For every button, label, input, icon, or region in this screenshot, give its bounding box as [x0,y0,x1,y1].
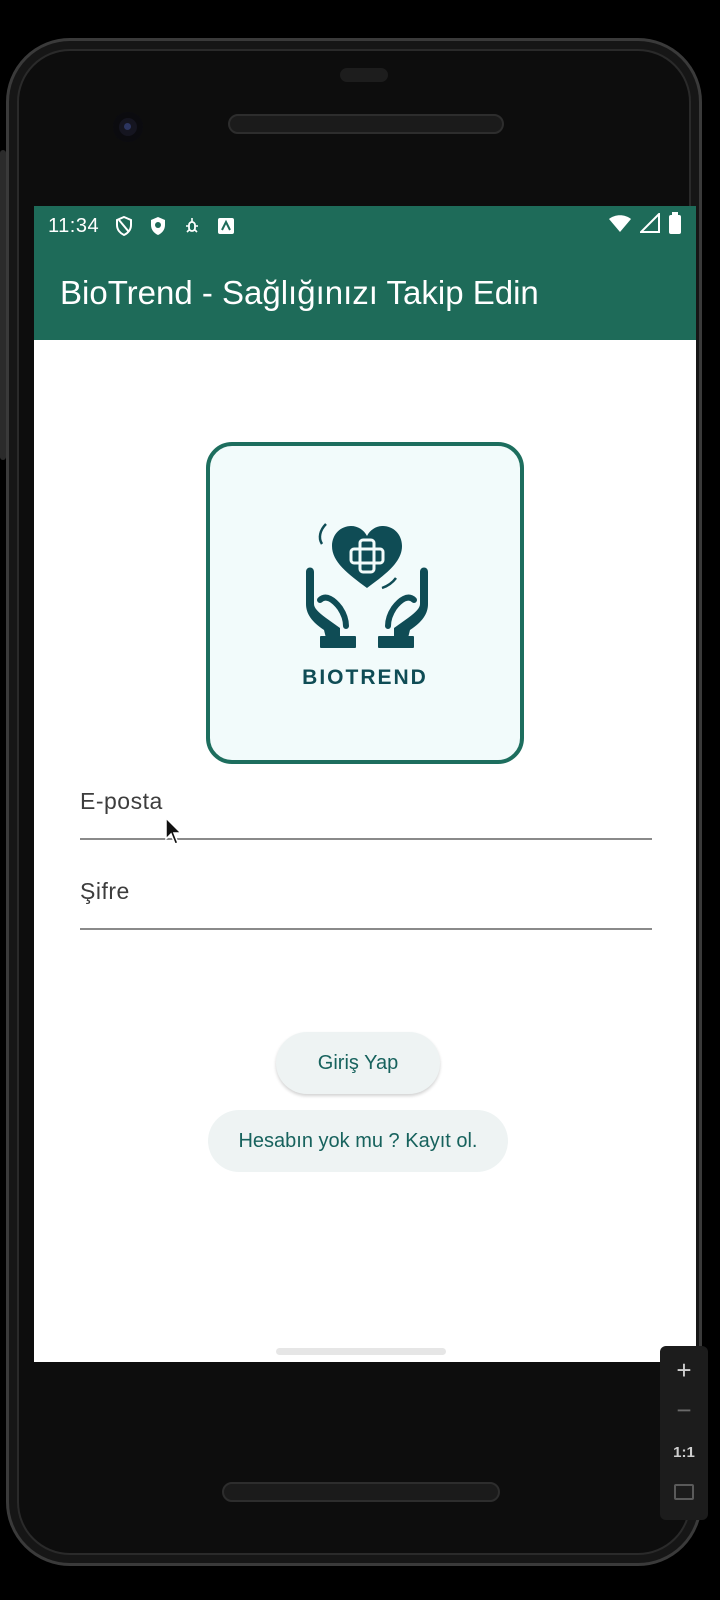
emulator-zoom-controls: + − 1:1 [660,1346,708,1520]
zoom-in-button[interactable]: + [660,1350,708,1390]
phone-screen: 11:34 BioTrend - Sağlığınızı Takip Edin [34,206,696,1362]
mouse-cursor-icon [165,817,183,845]
gesture-nav-handle[interactable] [276,1348,446,1355]
actual-size-button[interactable]: 1:1 [660,1432,708,1472]
shield-filled-icon [147,215,169,237]
app-logo: BIOTREND [206,442,524,764]
heart-in-hands-icon [306,523,428,648]
device-bottom-speaker [222,1482,500,1502]
password-field[interactable]: Şifre [80,866,652,930]
fit-screen-icon [674,1484,694,1500]
debug-icon [181,215,203,237]
status-right-group [608,211,682,240]
device-side-button [0,150,6,460]
status-bar: 11:34 [34,206,696,246]
status-time: 11:34 [48,214,100,237]
register-button[interactable]: Hesabın yok mu ? Kayıt ol. [208,1110,508,1172]
app-bar: BioTrend - Sağlığınızı Takip Edin [34,246,696,340]
wifi-icon [608,213,632,239]
fit-screen-button[interactable] [660,1472,708,1512]
battery-icon [668,212,682,240]
cellular-signal-icon [638,211,660,239]
shield-outline-icon [113,215,135,237]
logo-text: BIOTREND [302,666,428,689]
zoom-out-button[interactable]: − [660,1390,708,1430]
device-camera [113,112,143,142]
login-button[interactable]: Giriş Yap [276,1032,440,1094]
device-sensor [340,68,388,82]
device-top-speaker [228,114,504,134]
password-input[interactable] [80,866,652,928]
storage-icon [215,215,237,237]
app-bar-title: BioTrend - Sağlığınızı Takip Edin [60,274,539,311]
